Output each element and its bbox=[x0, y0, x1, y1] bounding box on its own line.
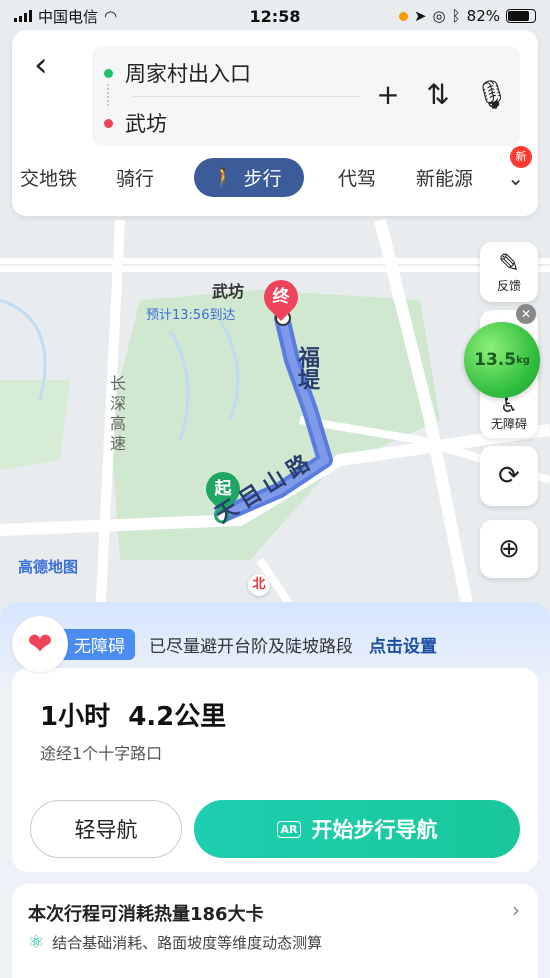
accessibility-label: 无障碍 bbox=[490, 417, 527, 431]
calorie-subtitle: 结合基础消耗、路面坡度等维度动态测算 bbox=[52, 934, 323, 952]
divider bbox=[132, 96, 360, 97]
route-tools: + ⇅ 🎙 bbox=[374, 78, 510, 111]
travel-mode-tabs: 交地铁 骑行 🚶 步行 代驾 新能源 ⌄ 新 bbox=[12, 146, 538, 204]
destination-dot-icon bbox=[104, 118, 113, 128]
swap-icon[interactable]: ⇅ bbox=[424, 78, 452, 111]
crosshair-icon: ⊕ bbox=[498, 534, 520, 564]
battery-percent: 82% bbox=[466, 7, 500, 25]
refresh-button[interactable]: ⟳ bbox=[480, 446, 538, 506]
back-icon[interactable]: ‹ bbox=[34, 48, 48, 82]
recording-dot-icon bbox=[398, 11, 408, 21]
location-arrow-icon: ➤ bbox=[413, 7, 427, 25]
destination-field[interactable]: 武坊 bbox=[104, 108, 167, 138]
route-connector bbox=[107, 84, 109, 106]
atom-icon: ⚛ bbox=[28, 932, 45, 953]
chevron-right-icon: › bbox=[512, 898, 520, 922]
tab-designated-driver[interactable]: 代驾 bbox=[338, 164, 376, 191]
accessibility-banner[interactable]: ❤ 无障碍 已尽量避开台阶及陡坡路段 点击设置 bbox=[12, 616, 437, 672]
route-summary: 1小时 4.2公里 bbox=[40, 696, 226, 733]
clock: 12:58 bbox=[249, 6, 301, 26]
battery-icon bbox=[506, 9, 536, 23]
tab-new-energy[interactable]: 新能源 bbox=[416, 164, 473, 191]
origin-text: 周家村出入口 bbox=[125, 62, 251, 86]
distance: 4.2公里 bbox=[128, 702, 227, 732]
tab-cycling[interactable]: 骑行 bbox=[116, 164, 154, 191]
origin-dot-icon bbox=[104, 68, 113, 78]
accessibility-icon: ♿ bbox=[500, 393, 518, 417]
destination-label: 武坊 bbox=[212, 282, 245, 301]
duration: 1小时 bbox=[40, 702, 111, 732]
route-card: ‹ 周家村出入口 武坊 + ⇅ 🎙 交地铁 骑行 🚶 步行 代驾 新能源 ⌄ 新 bbox=[12, 30, 538, 216]
add-stop-icon[interactable]: + bbox=[374, 78, 402, 111]
map-logo: 高德地图 bbox=[18, 558, 79, 576]
close-icon[interactable]: ✕ bbox=[516, 304, 536, 324]
ar-icon: AR bbox=[276, 820, 302, 838]
tab-walking[interactable]: 🚶 步行 bbox=[194, 158, 304, 197]
pencil-icon: ✎ bbox=[498, 248, 520, 279]
refresh-icon: ⟳ bbox=[498, 461, 520, 491]
tab-walking-label: 步行 bbox=[243, 168, 282, 190]
carbon-unit: kg bbox=[516, 354, 530, 366]
heart-icon: ❤ bbox=[12, 616, 68, 672]
tab-transit[interactable]: 交地铁 bbox=[20, 164, 77, 191]
new-badge: 新 bbox=[510, 146, 532, 168]
end-pin-icon[interactable]: 终 bbox=[256, 272, 306, 322]
road-label-highway: 长深高速 bbox=[107, 375, 126, 455]
road-label-futi: 福堤 bbox=[294, 346, 319, 390]
carrier-label: 中国电信 bbox=[38, 7, 99, 26]
feedback-button[interactable]: ✎ 反馈 bbox=[480, 242, 538, 302]
carbon-value: 13.5 bbox=[474, 350, 517, 370]
end-pin-label: 终 bbox=[272, 287, 290, 307]
rotation-lock-icon: ◎ bbox=[432, 7, 446, 25]
walking-icon: 🚶 bbox=[212, 167, 236, 189]
start-nav-label: 开始步行导航 bbox=[311, 818, 438, 842]
compass-icon[interactable]: 北 bbox=[248, 574, 270, 596]
accessibility-text: 已尽量避开台阶及陡坡路段 bbox=[149, 636, 353, 657]
calorie-title: 本次行程可消耗热量186大卡 bbox=[28, 904, 264, 925]
calorie-subtitle-row: ⚛ 结合基础消耗、路面坡度等维度动态测算 bbox=[28, 932, 322, 953]
origin-field[interactable]: 周家村出入口 bbox=[104, 58, 251, 88]
chevron-down-icon[interactable]: ⌄ bbox=[507, 166, 524, 190]
light-nav-button[interactable]: 轻导航 bbox=[30, 800, 182, 858]
bluetooth-icon: ᛒ bbox=[451, 7, 461, 25]
destination-text: 武坊 bbox=[125, 112, 167, 136]
wifi-icon: ◠ bbox=[104, 7, 118, 25]
feedback-label: 反馈 bbox=[496, 278, 521, 293]
start-walking-nav-button[interactable]: AR 开始步行导航 bbox=[194, 800, 520, 858]
signal-icon bbox=[14, 10, 32, 22]
carbon-badge[interactable]: 13.5 kg bbox=[464, 322, 540, 398]
locate-button[interactable]: ⊕ bbox=[480, 520, 538, 578]
calorie-card[interactable]: 本次行程可消耗热量186大卡 ⚛ 结合基础消耗、路面坡度等维度动态测算 › bbox=[12, 884, 538, 978]
route-panel: ❤ 无障碍 已尽量避开台阶及陡坡路段 点击设置 1小时 4.2公里 途经1个十字… bbox=[0, 602, 550, 978]
status-bar: 中国电信 ◠ 12:58 ➤ ◎ ᛒ 82% bbox=[0, 0, 550, 32]
microphone-icon[interactable]: 🎙 bbox=[474, 78, 510, 111]
accessibility-tag: 无障碍 bbox=[58, 628, 135, 660]
route-inputs: 周家村出入口 武坊 + ⇅ 🎙 bbox=[92, 46, 520, 146]
route-summary-card: 1小时 4.2公里 途经1个十字路口 轻导航 AR 开始步行导航 bbox=[12, 668, 538, 872]
route-via: 途经1个十字路口 bbox=[40, 744, 163, 763]
eta-label: 预计13:56到达 bbox=[146, 308, 236, 323]
accessibility-settings-link[interactable]: 点击设置 bbox=[369, 632, 437, 657]
